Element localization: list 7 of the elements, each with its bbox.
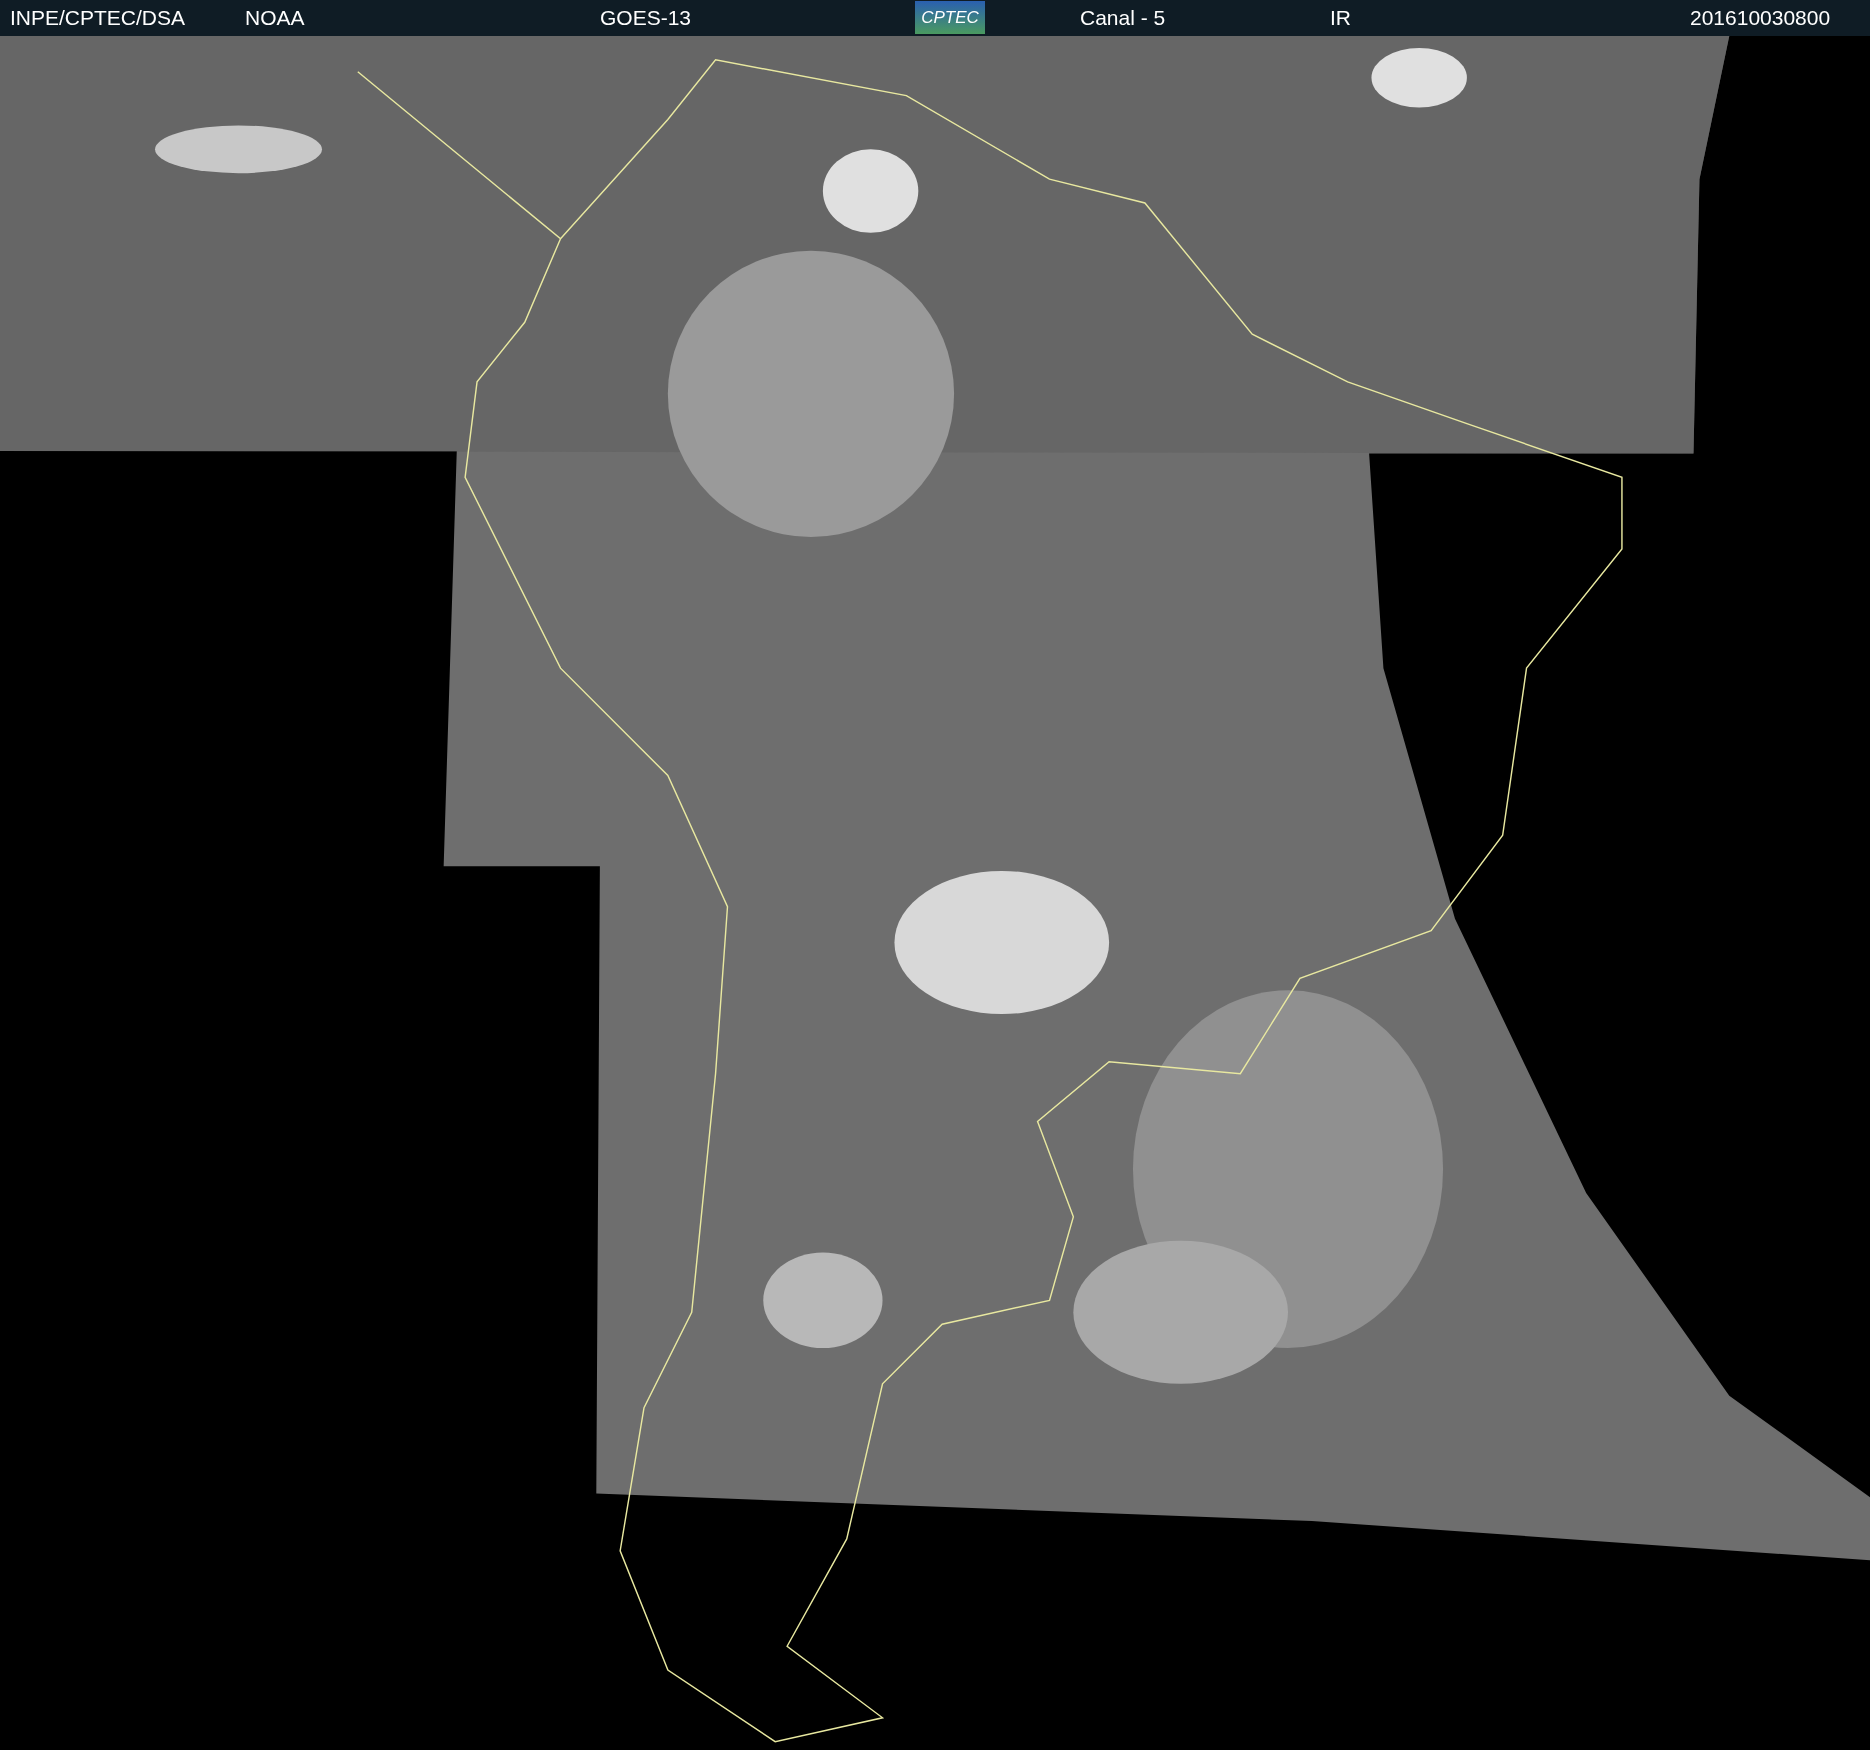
header-label: NOAA: [245, 6, 305, 30]
logo: CPTEC: [915, 1, 985, 34]
header-label: INPE/CPTEC/DSA: [10, 6, 186, 30]
header-label: Canal - 5: [1080, 6, 1166, 30]
header-label: IR: [1330, 6, 1351, 30]
header-label: 201610030800: [1690, 6, 1831, 30]
header-label: GOES-13: [600, 6, 692, 30]
